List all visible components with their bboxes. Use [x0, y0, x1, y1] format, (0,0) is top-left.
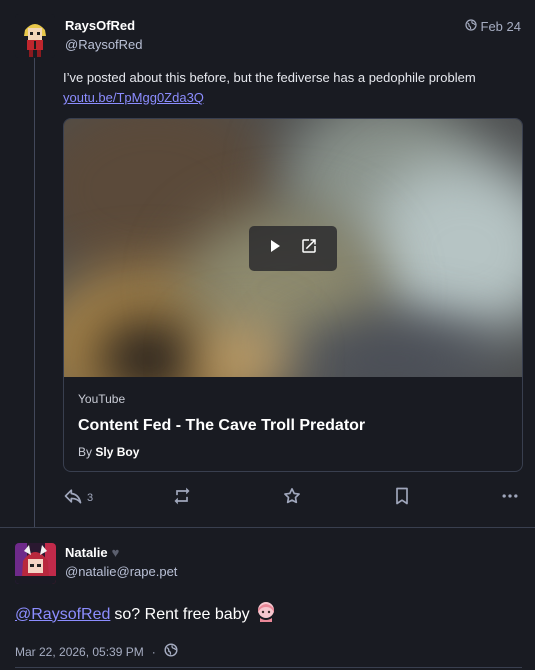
post-text: I’ve posted about this before, but the f… — [63, 70, 476, 85]
reply-count: 3 — [87, 492, 94, 504]
globe-icon — [464, 19, 477, 34]
globe-icon — [164, 643, 178, 660]
more-icon — [500, 486, 520, 511]
more-button[interactable] — [500, 486, 520, 510]
thread-line — [34, 58, 35, 528]
video-thumbnail[interactable] — [64, 119, 522, 377]
detail-divider — [15, 667, 522, 668]
card-author-prefix: By — [78, 445, 93, 459]
bookmark-icon — [392, 486, 412, 511]
post-date: Feb 24 — [480, 19, 521, 34]
status-post-reply[interactable]: Natalie ♥ @natalie@rape.pet @RaysofRed so… — [0, 528, 535, 670]
reply-icon — [63, 486, 83, 511]
reply-button[interactable]: 3 — [63, 486, 93, 510]
card-details[interactable]: YouTube Content Fed - The Cave Troll Pre… — [78, 391, 508, 460]
card-provider: YouTube — [78, 392, 126, 406]
favourite-icon — [282, 486, 302, 511]
custom-emoji-icon — [254, 599, 278, 630]
card-author: By Sly Boy — [78, 444, 508, 460]
play-icon[interactable] — [268, 239, 282, 258]
card-title[interactable]: Content Fed - The Cave Troll Predator — [78, 416, 508, 436]
boost-icon — [172, 486, 192, 511]
avatar[interactable] — [15, 14, 55, 58]
card-author-name[interactable]: Sly Boy — [95, 445, 139, 459]
post-content: I’ve posted about this before, but the f… — [63, 68, 523, 108]
post-date-link[interactable]: Feb 24 — [464, 19, 521, 34]
author[interactable]: RaysOfRed @RaysofRed — [65, 18, 143, 53]
player-controls — [249, 226, 337, 271]
mention-link[interactable]: @RaysofRed — [15, 604, 110, 626]
heart-icon: ♥ — [111, 545, 120, 560]
link-preview-card[interactable]: YouTube Content Fed - The Cave Troll Pre… — [63, 118, 523, 472]
status-post[interactable]: RaysOfRed @RaysofRed Feb 24 I’ve posted … — [0, 0, 535, 528]
post-link[interactable]: youtu.be/TpMgg0Zda3Q — [63, 88, 523, 108]
open-external-icon[interactable] — [300, 237, 318, 260]
author[interactable]: Natalie ♥ @natalie@rape.pet — [65, 545, 177, 580]
display-name[interactable]: RaysOfRed — [65, 18, 143, 34]
post-content: @RaysofRed so? Rent free baby — [15, 599, 278, 630]
avatar[interactable] — [15, 543, 56, 584]
boost-button[interactable] — [172, 486, 192, 510]
display-name-text: Natalie — [65, 545, 108, 560]
bookmark-button[interactable] — [392, 486, 412, 510]
display-name[interactable]: Natalie ♥ — [65, 545, 177, 561]
action-bar: 3 — [63, 486, 523, 510]
account-handle: @RaysofRed — [65, 37, 143, 52]
post-meta: Mar 22, 2026, 05:39 PM · — [15, 643, 178, 660]
post-text: so? Rent free baby — [114, 605, 250, 623]
account-handle: @natalie@rape.pet — [65, 564, 178, 579]
favourite-button[interactable] — [282, 486, 302, 510]
meta-separator: · — [151, 644, 156, 659]
post-timestamp[interactable]: Mar 22, 2026, 05:39 PM — [15, 645, 144, 659]
